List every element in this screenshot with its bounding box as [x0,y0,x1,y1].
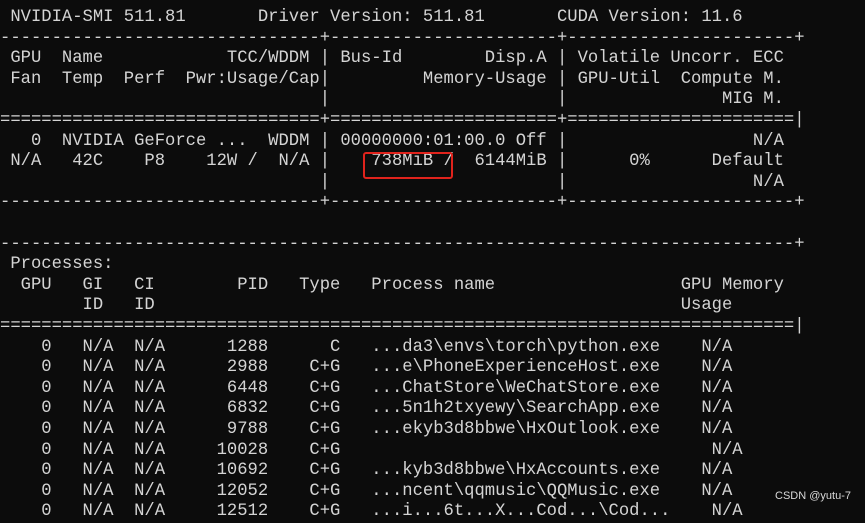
terminal-line: Fan Temp Perf Pwr:Usage/Cap| Memory-Usag… [0,69,795,89]
terminal-line: | | MIG M. [0,90,795,110]
terminal-line: 0 N/A N/A 12052 C+G ...ncent\qqmusic\QQM… [0,481,795,501]
terminal-line: 0 N/A N/A 9788 C+G ...ekyb3d8bbwe\HxOutl… [0,420,795,439]
terminal-line: 0 NVIDIA GeForce ... WDDM | 00000000:01:… [0,131,795,151]
terminal-line: 0 N/A N/A 12512 C+G ...i...6t...X...Cod.… [0,502,805,522]
terminal-line: NVIDIA-SMI 511.81 Driver Version: 511.81… [0,8,795,27]
terminal-line: ========================================… [0,317,805,336]
terminal-line: GPU Name TCC/WDDM | Bus-Id Disp.A | Vola… [0,49,795,69]
terminal-line: -------------------------------+--------… [0,28,805,48]
terminal-line: ===============================+========… [0,111,805,130]
terminal-line: 0 N/A N/A 10692 C+G ...kyb3d8bbwe\HxAcco… [0,461,795,481]
terminal-line: 0 N/A N/A 2988 C+G ...e\PhoneExperienceH… [0,358,795,378]
terminal-line: 0 N/A N/A 1288 C ...da3\envs\torch\pytho… [0,337,795,357]
terminal-line: 0 N/A N/A 6448 C+G ...ChatStore\WeChatSt… [0,378,795,398]
terminal-line: ----------------------------------------… [0,234,805,254]
terminal-line: Processes: [0,255,795,275]
terminal-line: 0 N/A N/A 6832 C+G ...5n1h2txyewy\Search… [0,399,795,419]
nvidia-smi-output: NVIDIA-SMI 511.81 Driver Version: 511.81… [0,0,865,521]
watermark: CSDN @yutu-7 [775,490,851,502]
terminal-line: ID ID Usage [0,296,795,316]
terminal-line: -------------------------------+--------… [0,193,805,213]
terminal-line: GPU GI CI PID Type Process name GPU Memo… [0,275,795,295]
terminal-line: 0 N/A N/A 10028 C+G N/A [0,440,805,460]
memory-usage-highlight-box [363,152,453,179]
